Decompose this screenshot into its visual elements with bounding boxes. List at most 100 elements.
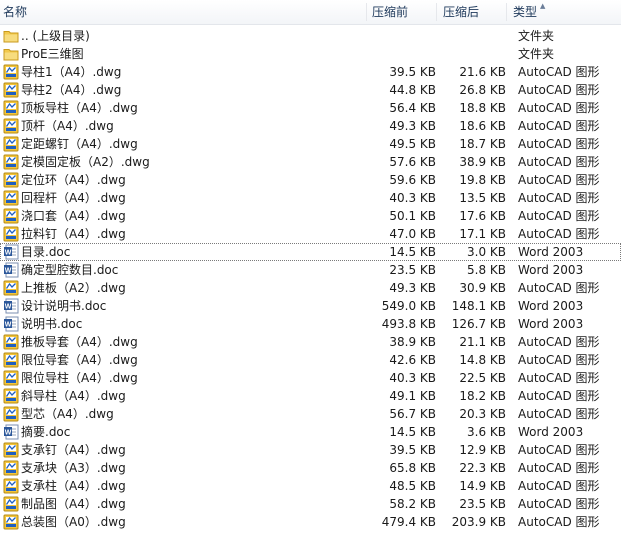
file-row[interactable]: 斜导柱（A4）.dwg 49.1 KB 18.2 KB AutoCAD 图形 — [0, 387, 621, 405]
file-original-size: 49.3 KB — [389, 281, 436, 295]
file-row[interactable]: W 设计说明书.doc 549.0 KB 148.1 KB Word 2003 — [0, 297, 621, 315]
file-type: AutoCAD 图形 — [518, 461, 600, 475]
file-row[interactable]: 拉料钉（A4）.dwg 47.0 KB 17.1 KB AutoCAD 图形 — [0, 225, 621, 243]
file-row[interactable]: 上推板（A2）.dwg 49.3 KB 30.9 KB AutoCAD 图形 — [0, 279, 621, 297]
file-packed-size: 38.9 KB — [459, 155, 506, 169]
word-doc-icon: W — [3, 424, 19, 440]
file-name: 定距螺钉（A4）.dwg — [21, 137, 138, 151]
column-header-size[interactable]: 压缩前 — [372, 0, 408, 24]
autocad-dwg-icon — [3, 100, 19, 116]
file-type: AutoCAD 图形 — [518, 389, 600, 403]
file-packed-size: 3.0 KB — [467, 245, 506, 259]
file-packed-size: 5.8 KB — [467, 263, 506, 277]
file-type: Word 2003 — [518, 317, 584, 331]
autocad-dwg-icon — [3, 460, 19, 476]
column-header-bar: 名称 压缩前 压缩后 类型 ▲ — [0, 0, 621, 25]
file-name: 斜导柱（A4）.dwg — [21, 389, 126, 403]
file-row[interactable]: 顶板导柱（A4）.dwg 56.4 KB 18.8 KB AutoCAD 图形 — [0, 99, 621, 117]
file-name: 浇口套（A4）.dwg — [21, 209, 126, 223]
file-row[interactable]: 限位导套（A4）.dwg 42.6 KB 14.8 KB AutoCAD 图形 — [0, 351, 621, 369]
file-original-size: 39.5 KB — [389, 443, 436, 457]
file-row[interactable]: W 确定型腔数目.doc 23.5 KB 5.8 KB Word 2003 — [0, 261, 621, 279]
autocad-dwg-icon — [3, 172, 19, 188]
column-divider[interactable] — [506, 3, 507, 21]
file-row[interactable]: 导柱1（A4）.dwg 39.5 KB 21.6 KB AutoCAD 图形 — [0, 63, 621, 81]
file-packed-size: 18.6 KB — [459, 119, 506, 133]
file-packed-size: 22.5 KB — [459, 371, 506, 385]
file-packed-size: 203.9 KB — [451, 515, 506, 529]
file-row[interactable]: 定模固定板（A2）.dwg 57.6 KB 38.9 KB AutoCAD 图形 — [0, 153, 621, 171]
file-row[interactable]: 推板导套（A4）.dwg 38.9 KB 21.1 KB AutoCAD 图形 — [0, 333, 621, 351]
file-original-size: 493.8 KB — [381, 317, 436, 331]
autocad-dwg-icon — [3, 154, 19, 170]
column-header-name[interactable]: 名称 — [3, 0, 27, 24]
file-row[interactable]: 导柱2（A4）.dwg 44.8 KB 26.8 KB AutoCAD 图形 — [0, 81, 621, 99]
file-row[interactable]: 支承柱（A4）.dwg 48.5 KB 14.9 KB AutoCAD 图形 — [0, 477, 621, 495]
file-name: 导柱2（A4）.dwg — [21, 83, 122, 97]
file-row[interactable]: ProE三维图 文件夹 — [0, 45, 621, 63]
file-row[interactable]: .. (上级目录) 文件夹 — [0, 27, 621, 45]
file-original-size: 44.8 KB — [389, 83, 436, 97]
file-type: AutoCAD 图形 — [518, 119, 600, 133]
column-header-packed-size[interactable]: 压缩后 — [443, 0, 479, 24]
file-packed-size: 18.7 KB — [459, 137, 506, 151]
file-row[interactable]: 定位环（A4）.dwg 59.6 KB 19.8 KB AutoCAD 图形 — [0, 171, 621, 189]
file-row[interactable]: 浇口套（A4）.dwg 50.1 KB 17.6 KB AutoCAD 图形 — [0, 207, 621, 225]
file-row[interactable]: W 说明书.doc 493.8 KB 126.7 KB Word 2003 — [0, 315, 621, 333]
word-doc-icon: W — [3, 316, 19, 332]
file-row[interactable]: 支承钉（A4）.dwg 39.5 KB 12.9 KB AutoCAD 图形 — [0, 441, 621, 459]
file-packed-size: 126.7 KB — [451, 317, 506, 331]
column-divider[interactable] — [436, 3, 437, 21]
file-name: 定模固定板（A2）.dwg — [21, 155, 150, 169]
column-header-type[interactable]: 类型 — [513, 0, 537, 24]
file-type: AutoCAD 图形 — [518, 173, 600, 187]
file-type: AutoCAD 图形 — [518, 83, 600, 97]
autocad-dwg-icon — [3, 478, 19, 494]
word-doc-icon: W — [3, 244, 19, 260]
file-name: 导柱1（A4）.dwg — [21, 65, 122, 79]
file-original-size: 49.1 KB — [389, 389, 436, 403]
autocad-dwg-icon — [3, 370, 19, 386]
file-row[interactable]: 回程杆（A4）.dwg 40.3 KB 13.5 KB AutoCAD 图形 — [0, 189, 621, 207]
file-row[interactable]: 顶杆（A4）.dwg 49.3 KB 18.6 KB AutoCAD 图形 — [0, 117, 621, 135]
column-divider[interactable] — [366, 3, 367, 21]
file-packed-size: 18.8 KB — [459, 101, 506, 115]
file-row[interactable]: 总装图（A0）.dwg 479.4 KB 203.9 KB AutoCAD 图形 — [0, 513, 621, 531]
file-original-size: 549.0 KB — [381, 299, 436, 313]
file-original-size: 59.6 KB — [389, 173, 436, 187]
file-row[interactable]: W 摘要.doc 14.5 KB 3.6 KB Word 2003 — [0, 423, 621, 441]
file-original-size: 56.7 KB — [389, 407, 436, 421]
file-row[interactable]: 限位导柱（A4）.dwg 40.3 KB 22.5 KB AutoCAD 图形 — [0, 369, 621, 387]
file-original-size: 40.3 KB — [389, 371, 436, 385]
file-packed-size: 26.8 KB — [459, 83, 506, 97]
autocad-dwg-icon — [3, 406, 19, 422]
file-type: AutoCAD 图形 — [518, 209, 600, 223]
file-row[interactable]: 型芯（A4）.dwg 56.7 KB 20.3 KB AutoCAD 图形 — [0, 405, 621, 423]
file-original-size: 23.5 KB — [389, 263, 436, 277]
file-original-size: 14.5 KB — [389, 245, 436, 259]
file-row[interactable]: 支承块（A3）.dwg 65.8 KB 22.3 KB AutoCAD 图形 — [0, 459, 621, 477]
file-name: 推板导套（A4）.dwg — [21, 335, 138, 349]
file-original-size: 48.5 KB — [389, 479, 436, 493]
file-name: 定位环（A4）.dwg — [21, 173, 126, 187]
file-original-size: 58.2 KB — [389, 497, 436, 511]
file-name: 顶杆（A4）.dwg — [21, 119, 114, 133]
file-packed-size: 13.5 KB — [459, 191, 506, 205]
file-packed-size: 20.3 KB — [459, 407, 506, 421]
file-original-size: 479.4 KB — [381, 515, 436, 529]
svg-text:W: W — [5, 322, 12, 329]
file-original-size: 65.8 KB — [389, 461, 436, 475]
file-packed-size: 19.8 KB — [459, 173, 506, 187]
file-row[interactable]: 定距螺钉（A4）.dwg 49.5 KB 18.7 KB AutoCAD 图形 — [0, 135, 621, 153]
file-type: Word 2003 — [518, 425, 584, 439]
file-name: 限位导柱（A4）.dwg — [21, 371, 138, 385]
file-type: AutoCAD 图形 — [518, 65, 600, 79]
file-row[interactable]: W 目录.doc 14.5 KB 3.0 KB Word 2003 — [0, 243, 621, 261]
file-row[interactable]: 制品图（A4）.dwg 58.2 KB 23.5 KB AutoCAD 图形 — [0, 495, 621, 513]
svg-text:W: W — [5, 304, 12, 311]
file-name: 摘要.doc — [21, 425, 71, 439]
file-packed-size: 22.3 KB — [459, 461, 506, 475]
word-doc-icon: W — [3, 262, 19, 278]
file-name: 支承块（A3）.dwg — [21, 461, 126, 475]
autocad-dwg-icon — [3, 334, 19, 350]
